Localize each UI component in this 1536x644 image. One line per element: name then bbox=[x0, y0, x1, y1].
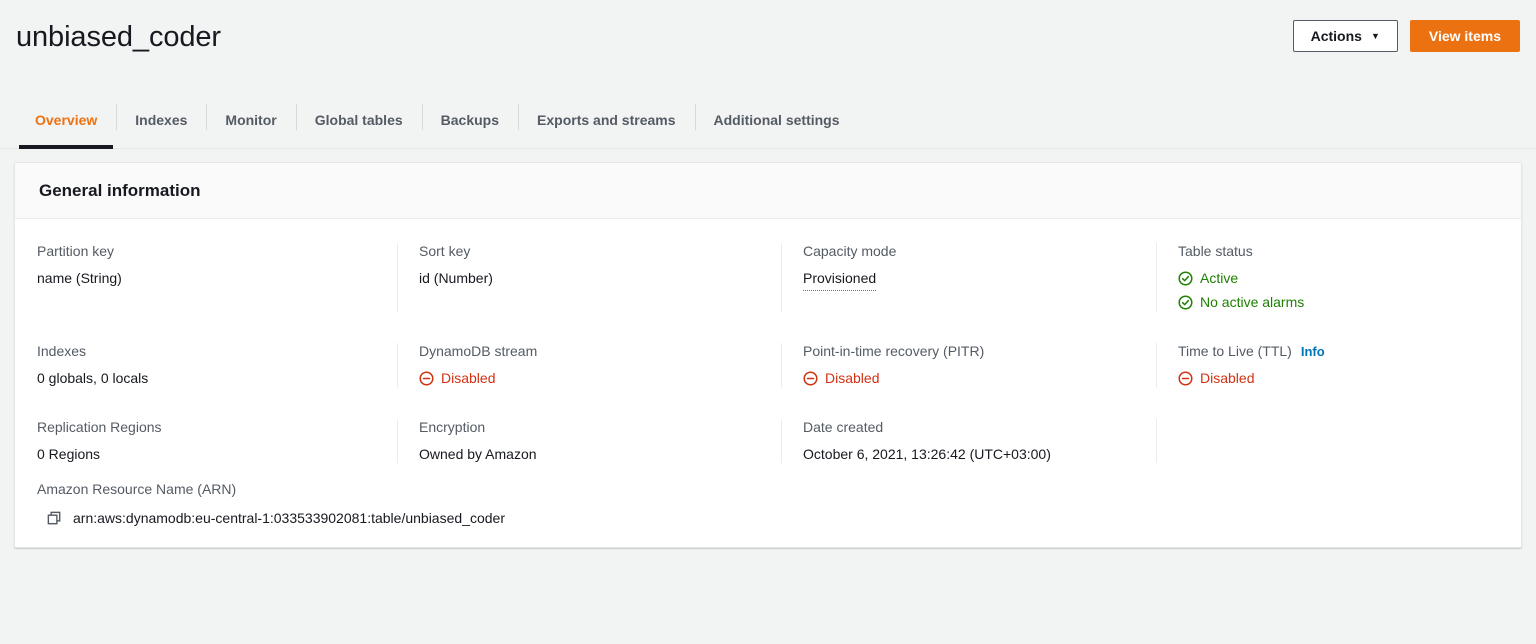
general-information-card: General information Partition key name (… bbox=[14, 162, 1522, 548]
partition-key-label: Partition key bbox=[37, 243, 115, 260]
dynamodb-stream-status: Disabled bbox=[419, 368, 759, 389]
check-circle-icon bbox=[1178, 295, 1193, 310]
ttl-status: Disabled bbox=[1178, 368, 1499, 389]
minus-circle-icon bbox=[1178, 371, 1193, 386]
replication-regions-value: 0 Regions bbox=[37, 446, 101, 463]
field-indexes: Indexes 0 globals, 0 locals bbox=[15, 342, 397, 389]
field-table-status: Table status Active No active alarms bbox=[1156, 242, 1521, 313]
capacity-mode-value[interactable]: Provisioned bbox=[803, 268, 877, 291]
info-row-2: Indexes 0 globals, 0 locals DynamoDB str… bbox=[15, 325, 1521, 401]
encryption-value: Owned by Amazon bbox=[419, 446, 537, 463]
tab-overview[interactable]: Overview bbox=[16, 92, 116, 149]
page-title: unbiased_coder bbox=[16, 21, 221, 53]
field-sort-key: Sort key id (Number) bbox=[397, 242, 781, 313]
field-empty-slot bbox=[1156, 418, 1521, 464]
sort-key-value: id (Number) bbox=[419, 270, 493, 287]
date-created-value: October 6, 2021, 13:26:42 (UTC+03:00) bbox=[803, 446, 1051, 463]
tab-additional-settings[interactable]: Additional settings bbox=[694, 92, 859, 148]
arn-value: arn:aws:dynamodb:eu-central-1:0335339020… bbox=[73, 510, 505, 527]
tab-exports-and-streams[interactable]: Exports and streams bbox=[518, 92, 695, 148]
title-block: unbiased_coder bbox=[16, 0, 221, 54]
indexes-value: 0 globals, 0 locals bbox=[37, 370, 149, 387]
encryption-label: Encryption bbox=[419, 419, 486, 436]
check-circle-icon bbox=[1178, 271, 1193, 286]
info-row-3: Replication Regions 0 Regions Encryption… bbox=[15, 401, 1521, 476]
page-header: unbiased_coder Actions ▼ View items bbox=[0, 0, 1536, 92]
chevron-down-icon: ▼ bbox=[1370, 30, 1380, 41]
minus-circle-icon bbox=[803, 371, 818, 386]
capacity-mode-value-wrap: Provisioned bbox=[803, 268, 1134, 291]
field-arn: Amazon Resource Name (ARN) arn:aws:dynam… bbox=[15, 476, 1521, 528]
copy-icon[interactable] bbox=[46, 510, 63, 527]
table-status-active: Active bbox=[1178, 268, 1499, 289]
tab-backups[interactable]: Backups bbox=[421, 92, 518, 148]
ttl-label: Time to Live (TTL) bbox=[1178, 343, 1292, 360]
dynamodb-stream-label: DynamoDB stream bbox=[419, 343, 538, 360]
tab-global-tables[interactable]: Global tables bbox=[295, 92, 422, 148]
field-pitr: Point-in-time recovery (PITR) Disabled bbox=[781, 342, 1156, 389]
partition-key-value: name (String) bbox=[37, 270, 122, 287]
field-replication-regions: Replication Regions 0 Regions bbox=[15, 418, 397, 464]
indexes-label: Indexes bbox=[37, 343, 87, 360]
general-information-body: Partition key name (String) Sort key id … bbox=[15, 219, 1521, 546]
replication-regions-label: Replication Regions bbox=[37, 419, 162, 436]
sort-key-label: Sort key bbox=[419, 243, 471, 260]
actions-button[interactable]: Actions ▼ bbox=[1292, 20, 1398, 52]
ttl-value: Disabled bbox=[1200, 370, 1255, 387]
field-ttl: Time to Live (TTL) Info Disabled bbox=[1156, 342, 1521, 389]
date-created-label: Date created bbox=[803, 419, 884, 436]
field-capacity-mode: Capacity mode Provisioned bbox=[781, 242, 1156, 313]
arn-label: Amazon Resource Name (ARN) bbox=[37, 481, 237, 498]
pitr-label: Point-in-time recovery (PITR) bbox=[803, 343, 985, 360]
table-status-active-label: Active bbox=[1200, 270, 1239, 287]
tab-monitor[interactable]: Monitor bbox=[206, 92, 295, 148]
pitr-value: Disabled bbox=[825, 370, 880, 387]
field-date-created: Date created October 6, 2021, 13:26:42 (… bbox=[781, 418, 1156, 464]
ttl-label-row: Time to Live (TTL) Info bbox=[1178, 342, 1499, 361]
tab-bar: Overview Indexes Monitor Global tables B… bbox=[0, 92, 1536, 149]
field-encryption: Encryption Owned by Amazon bbox=[397, 418, 781, 464]
pitr-status: Disabled bbox=[803, 368, 1134, 389]
table-status-alarms-label: No active alarms bbox=[1200, 294, 1305, 311]
field-dynamodb-stream: DynamoDB stream Disabled bbox=[397, 342, 781, 389]
minus-circle-icon bbox=[419, 371, 434, 386]
dynamodb-stream-value: Disabled bbox=[441, 370, 496, 387]
arn-value-row: arn:aws:dynamodb:eu-central-1:0335339020… bbox=[37, 508, 1499, 528]
general-information-header: General information bbox=[15, 163, 1521, 220]
capacity-mode-label: Capacity mode bbox=[803, 243, 897, 260]
table-status-label: Table status bbox=[1178, 243, 1253, 260]
view-items-button[interactable]: View items bbox=[1409, 20, 1520, 52]
dynamodb-table-overview-page: unbiased_coder Actions ▼ View items Over… bbox=[0, 0, 1536, 644]
header-actions: Actions ▼ View items bbox=[1292, 0, 1520, 52]
info-row-1: Partition key name (String) Sort key id … bbox=[15, 225, 1521, 325]
field-partition-key: Partition key name (String) bbox=[15, 242, 397, 313]
tab-indexes[interactable]: Indexes bbox=[116, 92, 206, 148]
table-status-alarms: No active alarms bbox=[1178, 292, 1499, 313]
general-information-title: General information bbox=[39, 181, 201, 200]
ttl-info-link[interactable]: Info bbox=[1301, 344, 1325, 359]
actions-button-label: Actions bbox=[1310, 28, 1362, 44]
